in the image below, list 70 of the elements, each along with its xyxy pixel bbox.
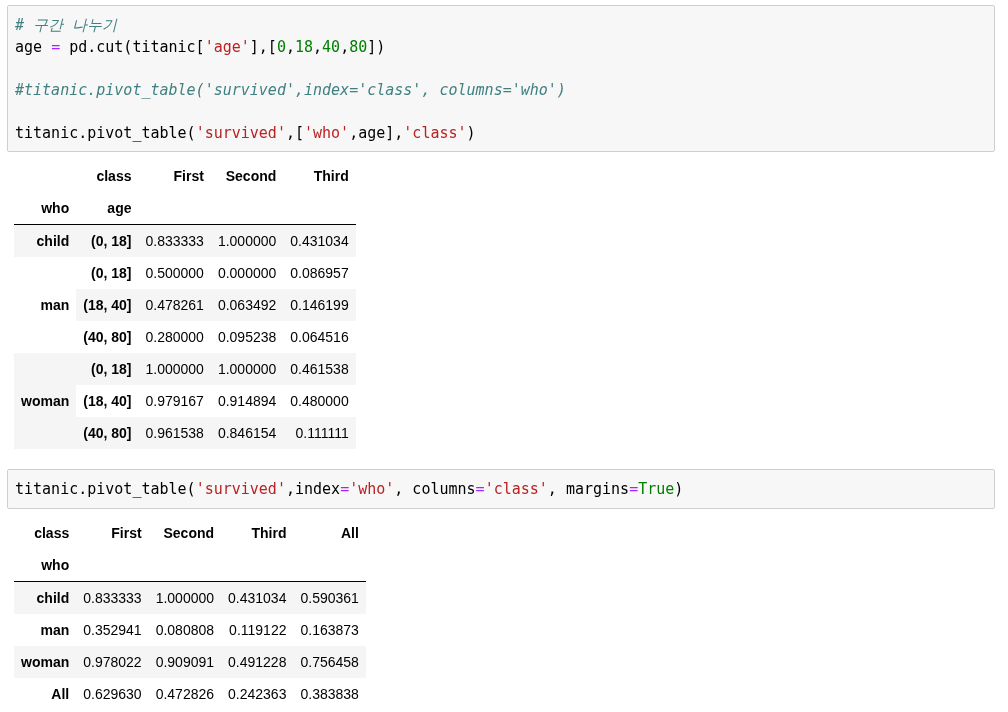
row-label: (0, 18] <box>76 224 139 257</box>
table-cell: 0.491228 <box>221 645 294 678</box>
row-label: child <box>14 224 77 257</box>
column-header: Second <box>224 167 278 186</box>
column-header: All <box>339 523 360 543</box>
column-header: Third <box>250 523 288 543</box>
column-header: class <box>33 523 71 543</box>
column-header: First <box>110 523 143 543</box>
table-cell: 0.146199 <box>283 289 356 321</box>
row-label: (0, 18] <box>76 353 139 385</box>
index-header: who <box>14 192 77 225</box>
code-line: age = pd.cut(titanic['age'],[0,18,40,80]) <box>15 36 387 58</box>
table-cell: 0.961538 <box>138 417 211 449</box>
table-cell: 0.080808 <box>148 613 222 646</box>
row-label: woman <box>14 645 77 678</box>
table-cell: 0.431034 <box>221 581 294 614</box>
code-line: # 구간 나누기 <box>15 15 119 36</box>
table-cell: 0.500000 <box>138 257 211 289</box>
index-header: age <box>76 192 139 225</box>
row-label: (40, 80] <box>76 417 139 449</box>
row-label: (18, 40] <box>76 289 139 321</box>
table-cell: 0.979167 <box>138 385 211 417</box>
row-label: (0, 18] <box>76 257 139 289</box>
table-cell: 0.095238 <box>210 321 284 353</box>
code-cell[interactable]: # 구간 나누기 age = pd.cut(titanic['age'],[0,18,40,80]) #titanic.pivot_table('survived',index='class', columns='who') titanic.pivot_table('survived',['who',age],'class') <box>7 5 995 152</box>
code-line: #titanic.pivot_table('survived',index='class', columns='who') <box>15 79 567 101</box>
table-cell: 1.000000 <box>210 224 284 257</box>
index-header: who <box>14 548 77 581</box>
table-cell: 0.756458 <box>293 645 366 678</box>
code-line: titanic.pivot_table('survived',index='who', columns='class', margins=True) <box>15 479 685 500</box>
row-label: (18, 40] <box>76 385 139 417</box>
table-cell: 0.163873 <box>293 613 366 646</box>
table-cell: 0.978022 <box>76 645 149 678</box>
table-cell: 0.119122 <box>221 613 294 646</box>
code-cell[interactable]: titanic.pivot_table('survived',index='who', columns='class', margins=True) <box>7 469 995 509</box>
column-header: First <box>172 167 205 186</box>
column-header: Second <box>162 523 216 543</box>
table-cell: 0.064516 <box>283 321 356 353</box>
table-cell: 1.000000 <box>138 353 211 385</box>
row-label: (40, 80] <box>76 321 139 353</box>
table-cell: 0.480000 <box>283 385 356 417</box>
table-cell: 0.063492 <box>210 289 284 321</box>
row-label: All <box>14 677 77 710</box>
table-cell: 0.472826 <box>148 677 222 710</box>
table-cell: 0.000000 <box>210 257 284 289</box>
row-label: man <box>14 257 77 353</box>
table-cell: 0.833333 <box>76 581 149 614</box>
row-label: woman <box>14 353 77 449</box>
code-line: titanic.pivot_table('survived',['who',age],'class') <box>15 122 477 144</box>
table-cell: 0.846154 <box>210 417 284 449</box>
column-header: class <box>95 167 133 186</box>
row-label: man <box>14 613 77 646</box>
table-cell: 0.383838 <box>293 677 366 710</box>
table-cell: 0.111111 <box>283 417 356 449</box>
table-cell: 0.590361 <box>293 581 366 614</box>
column-header: Third <box>312 167 350 186</box>
table-cell: 0.431034 <box>283 224 356 257</box>
table-cell: 0.461538 <box>283 353 356 385</box>
table-cell: 0.086957 <box>283 257 356 289</box>
table-cell: 0.478261 <box>138 289 211 321</box>
table-cell: 0.833333 <box>138 224 211 257</box>
table-cell: 0.914894 <box>210 385 284 417</box>
table-cell: 0.629630 <box>76 677 149 710</box>
row-label: child <box>14 581 77 614</box>
table-cell: 0.909091 <box>148 645 222 678</box>
table-cell: 1.000000 <box>148 581 222 614</box>
table-cell: 1.000000 <box>210 353 284 385</box>
table-cell: 0.352941 <box>76 613 149 646</box>
table-cell: 0.280000 <box>138 321 211 353</box>
table-cell: 0.242363 <box>221 677 294 710</box>
